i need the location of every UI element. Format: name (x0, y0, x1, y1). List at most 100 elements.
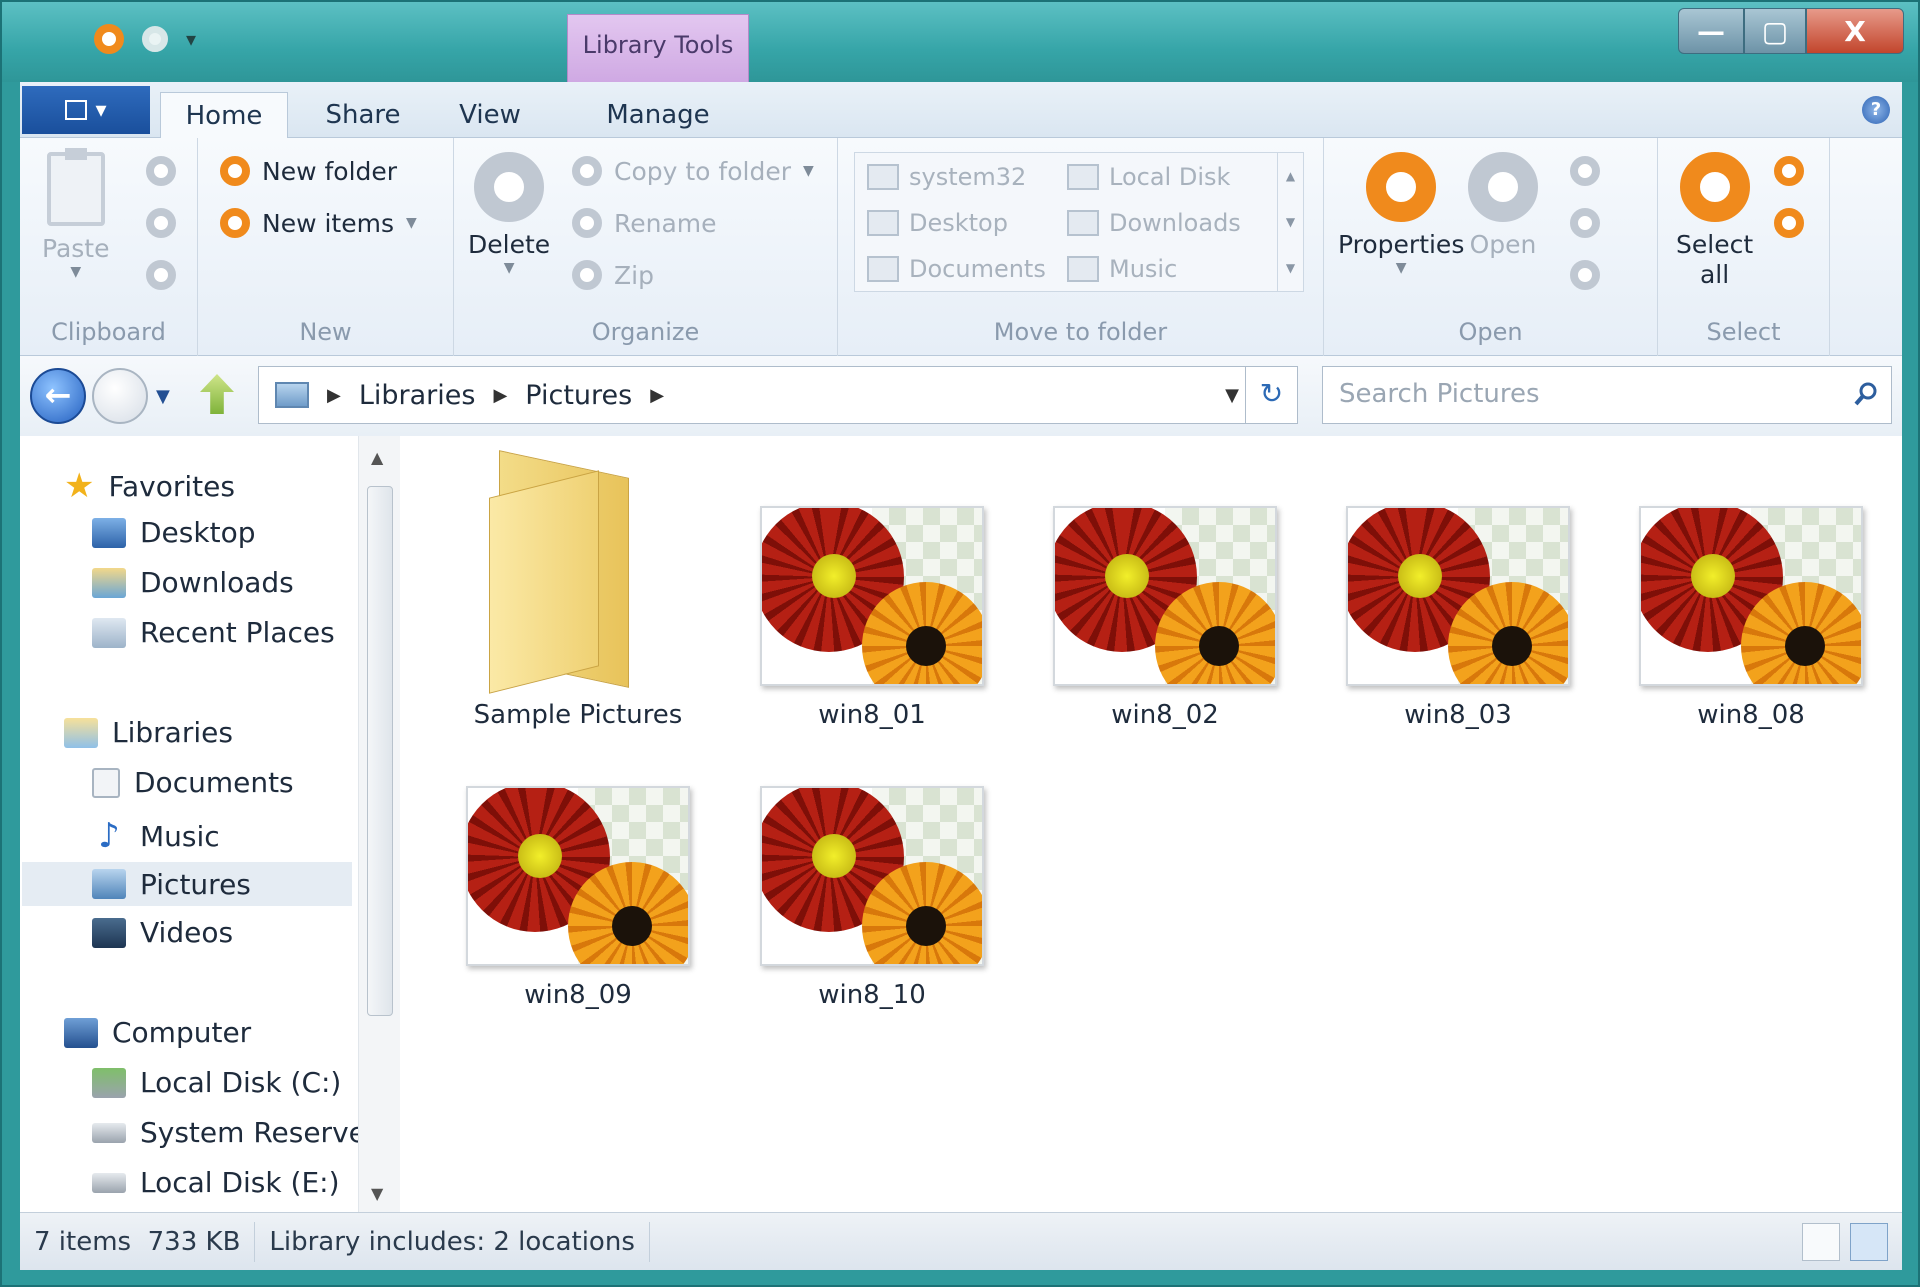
new-group: New folder New items ▼ New (198, 138, 454, 356)
nav-downloads[interactable]: Downloads (92, 566, 294, 599)
paste-chevron-icon: ▼ (70, 264, 82, 280)
breadcrumb-libraries[interactable]: Libraries (359, 380, 476, 411)
breadcrumb-separator-icon[interactable]: ▶ (327, 385, 341, 406)
nav-computer[interactable]: Computer (64, 1016, 251, 1049)
file-tile-image[interactable]: win8_09 (458, 736, 698, 1026)
paste-shortcut-icon[interactable] (146, 260, 176, 290)
help-icon[interactable]: ? (1862, 96, 1890, 124)
address-bar[interactable]: ▶ Libraries ▶ Pictures ▶ ▼ ↻ (258, 366, 1298, 424)
refresh-icon[interactable]: ↻ (1245, 367, 1297, 423)
tab-home[interactable]: Home (160, 92, 288, 138)
select-none-icon[interactable] (1774, 156, 1804, 186)
file-tile-image[interactable]: win8_10 (752, 736, 992, 1026)
move-target-local-disk[interactable]: Local Disk (1067, 163, 1230, 191)
new-folder-button[interactable]: New folder (220, 156, 397, 186)
nav-favorites[interactable]: ★ Favorites (64, 466, 235, 506)
file-tile-image[interactable]: win8_08 (1631, 456, 1871, 746)
large-icons-view-icon[interactable] (1850, 1223, 1888, 1261)
nav-videos[interactable]: Videos (92, 916, 233, 949)
tab-share[interactable]: Share (308, 92, 418, 138)
back-button[interactable]: ← (30, 368, 86, 424)
select-all-button[interactable]: Select all (1676, 152, 1753, 290)
file-tile-image[interactable]: win8_01 (752, 456, 992, 746)
paste-button[interactable]: Paste ▼ (42, 148, 109, 280)
search-icon[interactable] (1853, 381, 1879, 407)
nav-recent-places[interactable]: Recent Places (92, 616, 335, 649)
maximize-button[interactable]: ▢ (1744, 8, 1806, 54)
scroll-up-icon[interactable]: ▲ (371, 448, 383, 467)
search-input[interactable]: Search Pictures (1322, 366, 1892, 424)
nav-desktop[interactable]: Desktop (92, 516, 255, 549)
qat-new-folder-icon[interactable] (142, 26, 168, 52)
copy-to-folder-button[interactable]: Copy to folder ▼ (572, 156, 814, 186)
move-target-documents[interactable]: Documents (867, 255, 1046, 283)
move-target-label: Local Disk (1109, 163, 1231, 191)
quick-access-toolbar: ▾ (94, 24, 196, 54)
nav-system-reserved[interactable]: System Reserved (92, 1116, 384, 1149)
breadcrumb-separator-icon[interactable]: ▶ (650, 385, 664, 406)
edit-icon[interactable] (1570, 208, 1600, 238)
breadcrumb-separator-icon[interactable]: ▶ (493, 385, 507, 406)
navigation-pane-scrollbar[interactable]: ▲ ▼ (358, 436, 400, 1212)
breadcrumb-pictures[interactable]: Pictures (525, 380, 632, 411)
nav-item-label: System Reserved (140, 1116, 384, 1149)
file-tile-folder[interactable]: Sample Pictures (458, 450, 698, 746)
gallery-more-icon[interactable]: ▼ (1286, 261, 1295, 275)
nav-documents[interactable]: Documents (92, 766, 294, 799)
nav-item-label: Pictures (140, 867, 251, 901)
delete-icon (474, 152, 545, 222)
cut-icon[interactable] (146, 156, 176, 186)
history-icon[interactable] (1570, 260, 1600, 290)
move-target-downloads[interactable]: Downloads (1067, 209, 1241, 237)
up-arrow-icon[interactable] (200, 374, 234, 414)
open-with-icon[interactable] (1570, 156, 1600, 186)
move-target-music[interactable]: Music (1067, 255, 1177, 283)
file-tile-image[interactable]: win8_02 (1045, 456, 1285, 746)
nav-local-disk-e[interactable]: Local Disk (E:) (92, 1166, 340, 1199)
gallery-up-icon[interactable]: ▲ (1286, 169, 1295, 183)
qat-customize-chevron-icon[interactable]: ▾ (186, 27, 196, 51)
ribbon-tab-row: ▾ Home Share View Manage ? (20, 82, 1902, 138)
file-tab[interactable]: ▾ (22, 86, 150, 134)
minimize-button[interactable]: — (1678, 8, 1744, 54)
nav-item-label: Local Disk (C:) (140, 1066, 342, 1099)
music-icon: ♪ (98, 816, 120, 856)
details-view-icon[interactable] (1802, 1223, 1840, 1261)
recent-locations-chevron-icon[interactable]: ▼ (156, 386, 170, 407)
nav-libraries[interactable]: Libraries (64, 716, 233, 749)
close-button[interactable]: X (1806, 8, 1904, 54)
copy-path-icon[interactable] (146, 208, 176, 238)
open-button[interactable]: Open (1468, 152, 1538, 260)
new-items-button[interactable]: New items ▼ (220, 208, 417, 238)
nav-pictures[interactable]: Pictures (22, 862, 352, 906)
move-target-desktop[interactable]: Desktop (867, 209, 1008, 237)
delete-button[interactable]: Delete ▼ (468, 152, 550, 276)
invert-selection-icon[interactable] (1774, 208, 1804, 238)
drive-icon (1067, 164, 1099, 190)
forward-button[interactable] (92, 368, 148, 424)
zip-button[interactable]: Zip (572, 260, 654, 290)
address-history-chevron-icon[interactable]: ▼ (1225, 385, 1239, 406)
tab-manage[interactable]: Manage (568, 92, 748, 138)
title-bar: ▾ Library Tools — ▢ X (2, 2, 1918, 82)
gallery-scroller[interactable]: ▲ ▼ ▼ (1277, 153, 1303, 291)
nav-libraries-label: Libraries (112, 716, 233, 749)
file-tile-image[interactable]: win8_03 (1338, 456, 1578, 746)
tab-view[interactable]: View (440, 92, 540, 138)
rename-button[interactable]: Rename (572, 208, 717, 238)
nav-item-label: Downloads (140, 566, 294, 599)
nav-favorites-label: Favorites (108, 469, 235, 503)
nav-music[interactable]: ♪ Music (92, 816, 220, 856)
recent-places-icon (92, 617, 126, 648)
move-target-system32[interactable]: system32 (867, 163, 1026, 191)
scrollbar-thumb[interactable] (367, 486, 393, 1016)
videos-icon (92, 917, 126, 948)
scroll-down-icon[interactable]: ▼ (371, 1184, 383, 1203)
move-target-label: system32 (909, 163, 1027, 191)
properties-button[interactable]: Properties ▼ (1338, 152, 1464, 276)
gallery-down-icon[interactable]: ▼ (1286, 215, 1295, 229)
clipboard-group-label: Clipboard (51, 318, 166, 346)
qat-properties-icon[interactable] (94, 24, 124, 54)
copy-to-folder-chevron-icon: ▼ (802, 163, 814, 179)
nav-local-disk-c[interactable]: Local Disk (C:) (92, 1066, 341, 1099)
